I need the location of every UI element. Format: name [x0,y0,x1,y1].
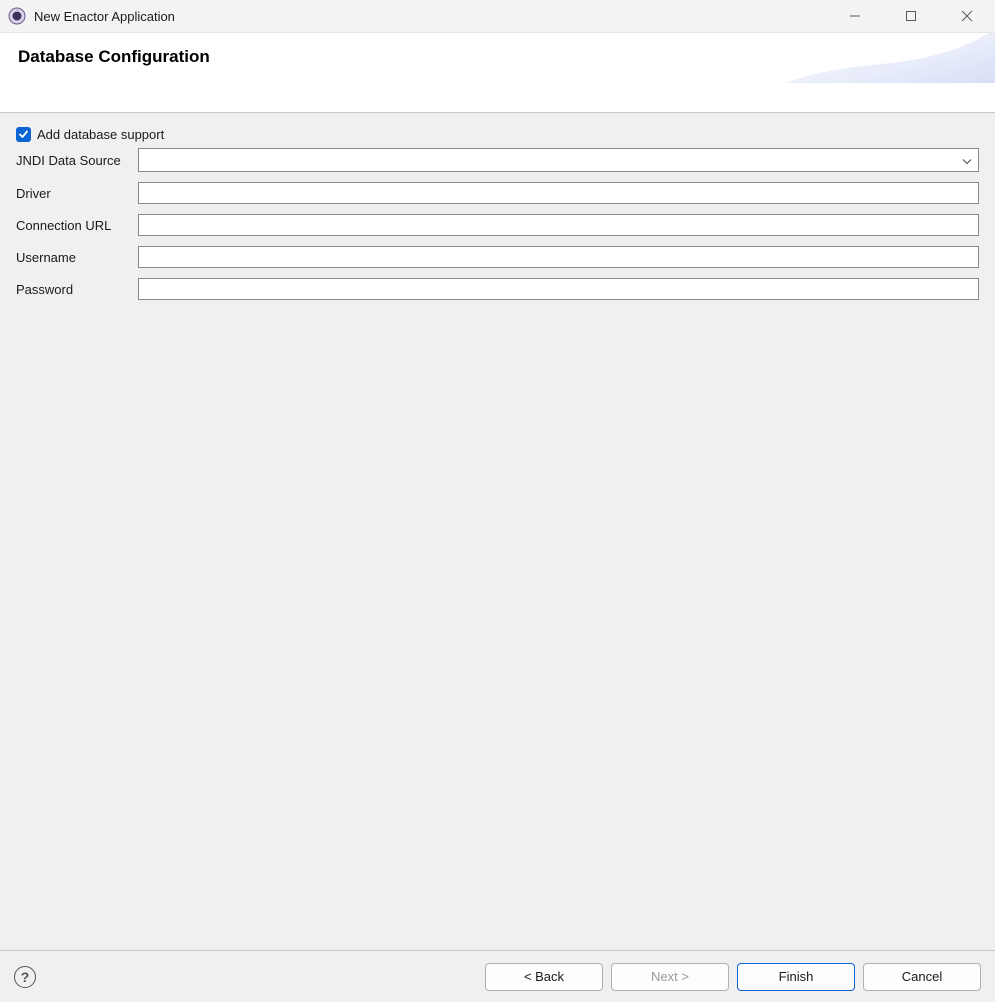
driver-label: Driver [16,186,138,201]
wizard-content: Add database support JNDI Data Source Dr… [0,113,995,951]
wizard-footer: ? < Back Next > Finish Cancel [0,951,995,1002]
next-button-label: Next > [651,969,689,984]
driver-input[interactable] [138,182,979,204]
connection-url-input[interactable] [138,214,979,236]
connection-url-label: Connection URL [16,218,138,233]
next-button[interactable]: Next > [611,963,729,991]
add-db-support-row: Add database support [16,127,979,142]
finish-button[interactable]: Finish [737,963,855,991]
add-db-support-checkbox[interactable] [16,127,31,142]
username-label: Username [16,250,138,265]
cancel-button[interactable]: Cancel [863,963,981,991]
close-button[interactable] [939,0,995,32]
help-icon[interactable]: ? [14,966,36,988]
minimize-button[interactable] [827,0,883,32]
app-icon [8,7,26,25]
jndi-data-source-select[interactable] [138,148,979,172]
password-input[interactable] [138,278,979,300]
jndi-label: JNDI Data Source [16,153,138,168]
window-title: New Enactor Application [34,9,827,24]
window-controls [827,0,995,32]
page-title: Database Configuration [18,47,977,67]
form-grid: JNDI Data Source Driver Connection URL U… [16,148,979,300]
chevron-down-icon [962,153,972,168]
titlebar: New Enactor Application [0,0,995,33]
wizard-header: Database Configuration [0,33,995,113]
cancel-button-label: Cancel [902,969,942,984]
maximize-button[interactable] [883,0,939,32]
username-input[interactable] [138,246,979,268]
password-label: Password [16,282,138,297]
add-db-support-label[interactable]: Add database support [37,127,164,142]
back-button-label: < Back [524,969,564,984]
back-button[interactable]: < Back [485,963,603,991]
finish-button-label: Finish [779,969,814,984]
